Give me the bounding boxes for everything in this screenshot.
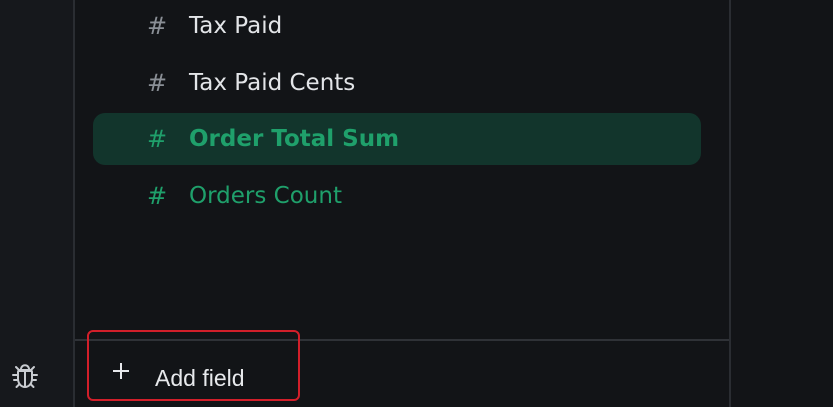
hash-icon: # bbox=[147, 12, 168, 40]
plus-icon bbox=[113, 363, 129, 379]
bug-icon[interactable] bbox=[9, 360, 41, 392]
add-field-label: Add field bbox=[155, 365, 245, 391]
field-item-tax-paid[interactable]: # Tax Paid bbox=[93, 0, 701, 52]
field-item-order-total-sum[interactable]: # Order Total Sum bbox=[93, 113, 701, 165]
right-gutter bbox=[731, 0, 833, 407]
add-field-button[interactable]: Add field bbox=[87, 330, 300, 401]
field-item-orders-count[interactable]: # Orders Count bbox=[93, 170, 701, 222]
fields-panel: # Tax Paid # Tax Paid Cents # Order Tota… bbox=[75, 0, 730, 407]
left-rail bbox=[0, 0, 74, 407]
hash-icon: # bbox=[147, 69, 168, 97]
field-label: Tax Paid bbox=[189, 13, 283, 39]
hash-icon: # bbox=[147, 125, 168, 153]
field-label: Order Total Sum bbox=[189, 126, 400, 152]
field-label: Orders Count bbox=[189, 183, 342, 209]
field-item-tax-paid-cents[interactable]: # Tax Paid Cents bbox=[93, 57, 701, 109]
field-label: Tax Paid Cents bbox=[189, 70, 356, 96]
hash-icon: # bbox=[147, 182, 168, 210]
